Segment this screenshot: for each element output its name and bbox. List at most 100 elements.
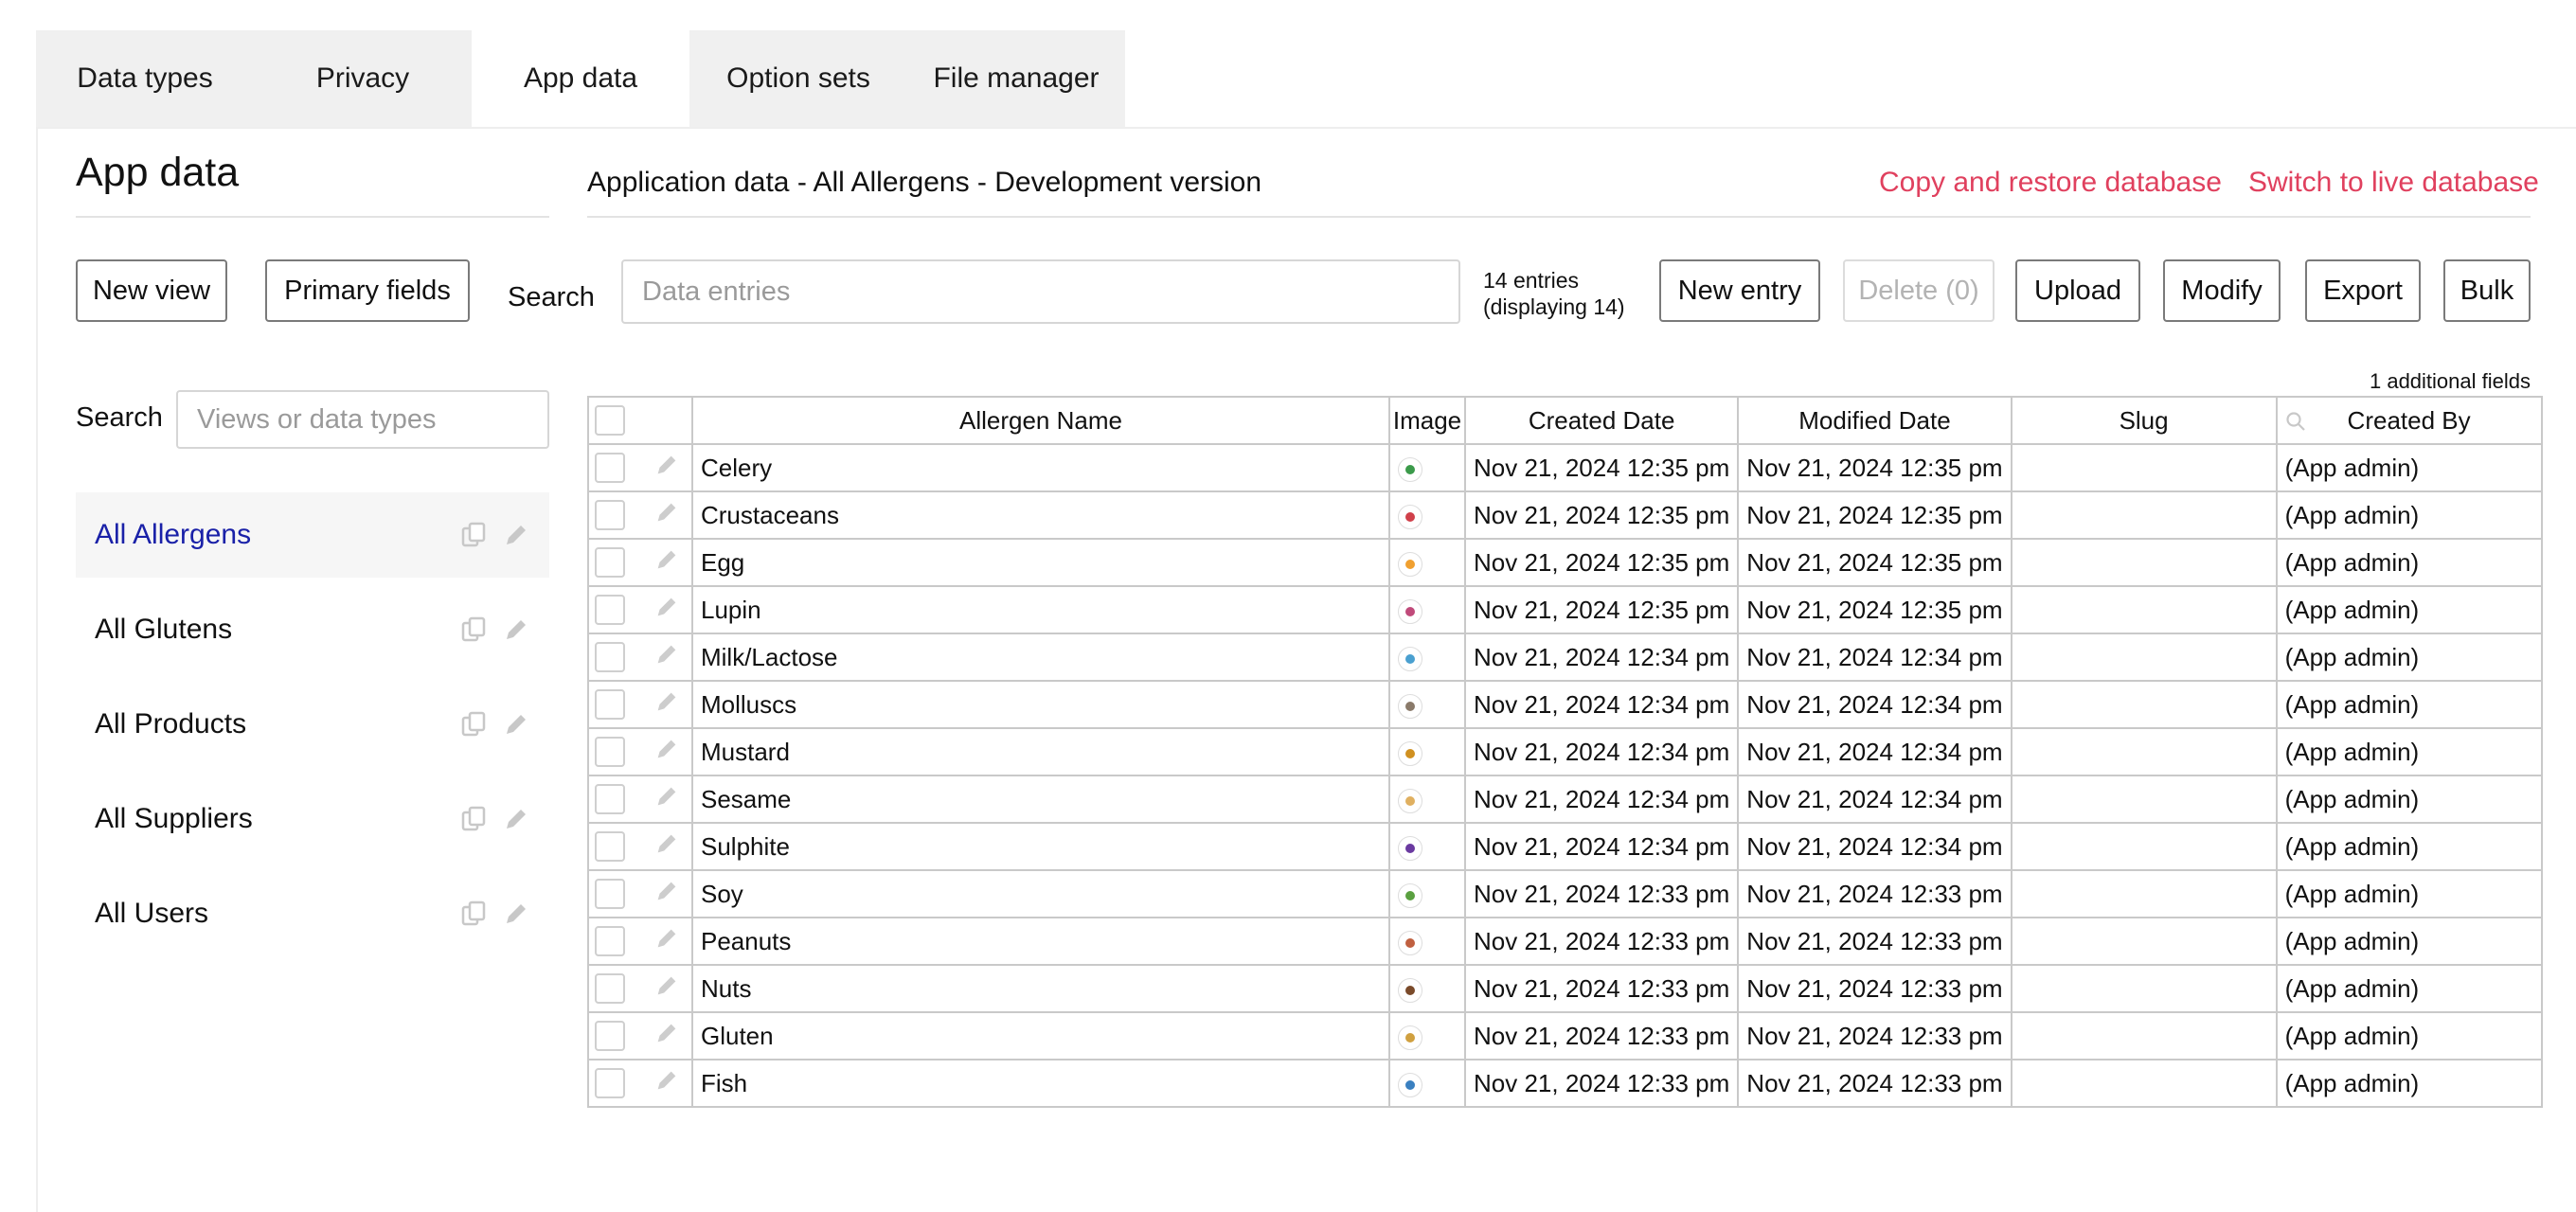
pencil-icon[interactable] xyxy=(502,900,530,928)
copy-restore-database-link[interactable]: Copy and restore database xyxy=(1879,167,2222,199)
tab-app-data[interactable]: App data xyxy=(472,30,689,127)
tab-privacy[interactable]: Privacy xyxy=(254,30,472,127)
pencil-icon[interactable] xyxy=(653,925,680,952)
tab-data-types[interactable]: Data types xyxy=(36,30,254,127)
view-item-all-products[interactable]: All Products xyxy=(76,682,549,767)
new-entry-button[interactable]: New entry xyxy=(1659,259,1820,322)
modify-button[interactable]: Modify xyxy=(2163,259,2281,322)
table-row[interactable]: Peanuts Nov 21, 2024 12:33 pm Nov 21, 2024… xyxy=(587,917,2543,966)
row-checkbox[interactable] xyxy=(595,879,625,909)
table-row[interactable]: Gluten Nov 21, 2024 12:33 pm Nov 21, 2024 … xyxy=(587,1011,2543,1060)
allergen-thumbnail[interactable] xyxy=(1398,504,1422,529)
view-item-all-glutens[interactable]: All Glutens xyxy=(76,587,549,672)
cell-allergen-name: Molluscs xyxy=(691,680,1390,729)
table-row[interactable]: Sulphite Nov 21, 2024 12:34 pm Nov 21, 202… xyxy=(587,822,2543,871)
row-checkbox[interactable] xyxy=(595,737,625,767)
table-row[interactable]: Sesame Nov 21, 2024 12:34 pm Nov 21, 2024 … xyxy=(587,775,2543,824)
primary-fields-button[interactable]: Primary fields xyxy=(265,259,470,322)
allergen-thumbnail[interactable] xyxy=(1398,977,1422,1003)
tab-option-sets[interactable]: Option sets xyxy=(689,30,907,127)
allergen-thumbnail[interactable] xyxy=(1398,646,1422,671)
row-checkbox[interactable] xyxy=(595,689,625,720)
pencil-icon[interactable] xyxy=(502,615,530,644)
allergen-thumbnail[interactable] xyxy=(1398,1025,1422,1050)
row-checkbox[interactable] xyxy=(595,784,625,814)
delete-button[interactable]: Delete (0) xyxy=(1843,259,1995,322)
copy-icon[interactable] xyxy=(460,710,489,739)
allergen-thumbnail[interactable] xyxy=(1398,835,1422,861)
pencil-icon[interactable] xyxy=(653,594,680,620)
allergen-thumbnail[interactable] xyxy=(1398,788,1422,813)
tab-file-manager[interactable]: File manager xyxy=(907,30,1125,127)
column-header-created-date[interactable]: Created Date xyxy=(1463,396,1740,445)
pencil-icon[interactable] xyxy=(653,452,680,478)
table-row[interactable]: Milk/Lactose Nov 21, 2024 12:34 pm Nov 21,… xyxy=(587,633,2543,682)
pencil-icon[interactable] xyxy=(653,546,680,573)
row-checkbox[interactable] xyxy=(595,453,625,483)
table-row[interactable]: Lupin Nov 21, 2024 12:35 pm Nov 21, 2024 1… xyxy=(587,585,2543,634)
table-row[interactable]: Fish Nov 21, 2024 12:33 pm Nov 21, 2024 12… xyxy=(587,1059,2543,1108)
allergen-thumbnail[interactable] xyxy=(1398,882,1422,908)
row-checkbox[interactable] xyxy=(595,973,625,1004)
entries-search-input[interactable] xyxy=(621,259,1460,324)
pencil-icon[interactable] xyxy=(502,710,530,739)
entries-search-label: Search xyxy=(508,282,595,312)
column-header-slug[interactable]: Slug xyxy=(2010,396,2278,445)
row-checkbox[interactable] xyxy=(595,1021,625,1051)
copy-icon[interactable] xyxy=(460,900,489,928)
allergen-thumbnail[interactable] xyxy=(1398,930,1422,955)
switch-live-database-link[interactable]: Switch to live database xyxy=(2248,167,2539,199)
table-row[interactable]: Soy Nov 21, 2024 12:33 pm Nov 21, 2024 12:… xyxy=(587,869,2543,918)
pencil-icon[interactable] xyxy=(653,972,680,999)
table-row[interactable]: Egg Nov 21, 2024 12:35 pm Nov 21, 2024 12:… xyxy=(587,538,2543,587)
view-item-all-allergens[interactable]: All Allergens xyxy=(76,492,549,578)
allergen-thumbnail[interactable] xyxy=(1398,598,1422,624)
pencil-icon[interactable] xyxy=(653,499,680,526)
pencil-icon[interactable] xyxy=(502,805,530,833)
view-item-all-users[interactable]: All Users xyxy=(76,871,549,956)
select-all-checkbox[interactable] xyxy=(595,405,625,436)
cell-slug xyxy=(2010,727,2278,776)
row-checkbox[interactable] xyxy=(595,642,625,672)
new-view-button[interactable]: New view xyxy=(76,259,227,322)
row-checkbox[interactable] xyxy=(595,595,625,625)
table-row[interactable]: Mustard Nov 21, 2024 12:34 pm Nov 21, 2024… xyxy=(587,727,2543,776)
pencil-icon[interactable] xyxy=(653,830,680,857)
allergen-thumbnail[interactable] xyxy=(1398,456,1422,482)
row-checkbox[interactable] xyxy=(595,831,625,862)
allergen-thumbnail[interactable] xyxy=(1398,1072,1422,1097)
view-item-all-suppliers[interactable]: All Suppliers xyxy=(76,776,549,862)
upload-button[interactable]: Upload xyxy=(2015,259,2140,322)
bulk-button[interactable]: Bulk xyxy=(2443,259,2531,322)
allergen-icon xyxy=(1405,748,1415,758)
pencil-icon[interactable] xyxy=(653,688,680,715)
column-header-created-by[interactable]: Created By xyxy=(2275,396,2543,445)
copy-icon[interactable] xyxy=(460,615,489,644)
column-header-modified-date[interactable]: Modified Date xyxy=(1737,396,2012,445)
search-icon[interactable] xyxy=(2285,411,2306,432)
row-checkbox[interactable] xyxy=(595,1068,625,1098)
pencil-icon[interactable] xyxy=(502,521,530,549)
copy-icon[interactable] xyxy=(460,805,489,833)
row-checkbox[interactable] xyxy=(595,547,625,578)
views-search-input[interactable] xyxy=(176,390,549,449)
table-row[interactable]: Molluscs Nov 21, 2024 12:34 pm Nov 21, 202… xyxy=(587,680,2543,729)
table-row[interactable]: Crustaceans Nov 21, 2024 12:35 pm Nov 21, … xyxy=(587,490,2543,540)
allergen-thumbnail[interactable] xyxy=(1398,740,1422,766)
table-row[interactable]: Nuts Nov 21, 2024 12:33 pm Nov 21, 2024 12… xyxy=(587,964,2543,1013)
pencil-icon[interactable] xyxy=(653,736,680,762)
pencil-icon[interactable] xyxy=(653,641,680,668)
row-checkbox[interactable] xyxy=(595,926,625,956)
table-row[interactable]: Celery Nov 21, 2024 12:35 pm Nov 21, 2024 … xyxy=(587,443,2543,492)
pencil-icon[interactable] xyxy=(653,878,680,904)
export-button[interactable]: Export xyxy=(2305,259,2421,322)
column-header-allergen-name[interactable]: Allergen Name xyxy=(691,396,1390,445)
pencil-icon[interactable] xyxy=(653,1020,680,1046)
pencil-icon[interactable] xyxy=(653,1067,680,1094)
row-checkbox[interactable] xyxy=(595,500,625,530)
column-header-image[interactable]: Image xyxy=(1388,396,1466,445)
pencil-icon[interactable] xyxy=(653,783,680,810)
copy-icon[interactable] xyxy=(460,521,489,549)
allergen-thumbnail[interactable] xyxy=(1398,693,1422,719)
allergen-thumbnail[interactable] xyxy=(1398,551,1422,577)
